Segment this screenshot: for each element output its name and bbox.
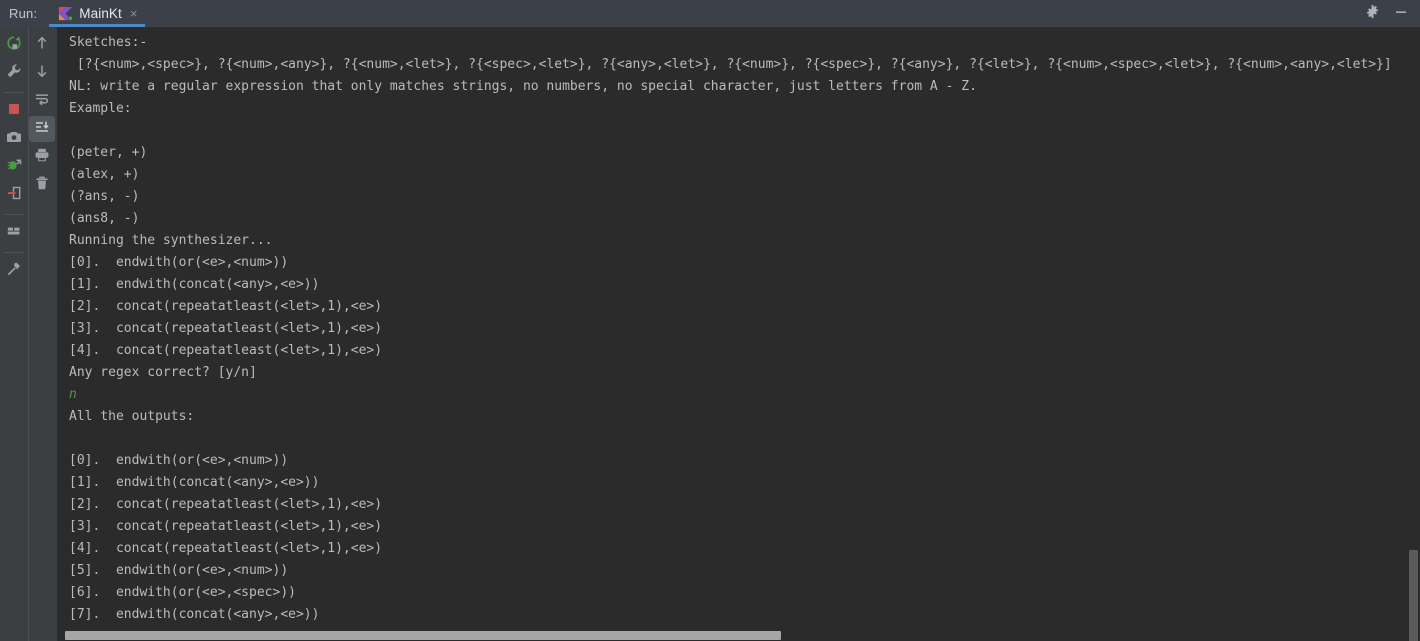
rerun-button[interactable] xyxy=(1,32,27,58)
stop-button[interactable] xyxy=(1,98,27,124)
console-output-line: [2]. concat(repeatatleast(<let>,1),<e>) xyxy=(69,299,383,314)
arrow-down-icon xyxy=(34,63,50,83)
printer-icon xyxy=(34,147,50,167)
vertical-scrollbar[interactable] xyxy=(1407,27,1420,641)
console-actions-toolbar xyxy=(28,27,56,641)
attach-button[interactable] xyxy=(1,182,27,208)
up-button[interactable] xyxy=(29,32,55,58)
close-icon[interactable]: × xyxy=(130,7,138,20)
console-output-line: [4]. concat(repeatatleast(<let>,1),<e>) xyxy=(69,343,383,358)
console-output-line: Running the synthesizer... xyxy=(69,233,273,248)
console-output-line: [5]. endwith(or(<e>,<num>)) xyxy=(69,563,289,578)
titlebar: Run: MainKt × xyxy=(0,0,1420,27)
gear-icon[interactable] xyxy=(1365,4,1380,23)
console-output-line: (?ans, -) xyxy=(69,189,140,204)
camera-icon xyxy=(6,129,22,149)
console-output[interactable]: Sketches:- [?{<num>,<spec>}, ?{<num>,<an… xyxy=(57,27,1420,641)
clear-all-button[interactable] xyxy=(29,172,55,198)
console-output-line: All the outputs: xyxy=(69,409,195,424)
console-output-line: NL: write a regular expression that only… xyxy=(69,79,977,94)
console-output-line: [1]. endwith(concat(<any>,<e>)) xyxy=(69,277,320,292)
edit-configurations-button[interactable] xyxy=(1,60,27,86)
wrench-icon xyxy=(6,63,22,83)
scroll-to-end-button[interactable] xyxy=(29,116,55,142)
toolbar-column-divider xyxy=(28,27,29,641)
console-output-line: [6]. endwith(or(<e>,<spec>)) xyxy=(69,585,296,600)
tab-label: MainKt xyxy=(79,6,122,21)
toolbar-divider xyxy=(4,214,24,215)
tab-mainkt[interactable]: MainKt × xyxy=(49,0,146,27)
console-text: Sketches:- [?{<num>,<spec>}, ?{<num>,<an… xyxy=(57,32,1420,641)
layout-button[interactable] xyxy=(1,220,27,246)
toolbar-divider xyxy=(4,92,24,93)
console-output-line: [?{<num>,<spec>}, ?{<num>,<any>}, ?{<num… xyxy=(69,57,1392,72)
console-output-line: [4]. concat(repeatatleast(<let>,1),<e>) xyxy=(69,541,383,556)
horizontal-scrollbar-thumb[interactable] xyxy=(65,631,781,640)
arrow-up-icon xyxy=(34,35,50,55)
attach-arrow-icon xyxy=(6,185,22,205)
debug-button[interactable] xyxy=(1,154,27,180)
pin-tab-button[interactable] xyxy=(1,258,27,284)
layout-icon xyxy=(6,223,22,243)
console-output-line: [7]. endwith(concat(<any>,<e>)) xyxy=(69,607,320,622)
console-output-line: (peter, +) xyxy=(69,145,148,160)
rerun-icon xyxy=(6,35,22,55)
stop-square-icon xyxy=(6,101,22,121)
console-user-input-line: n xyxy=(69,387,77,402)
print-button[interactable] xyxy=(29,144,55,170)
soft-wrap-icon xyxy=(34,91,50,111)
console-output-line: (ans8, -) xyxy=(69,211,140,226)
console-output-line: (alex, +) xyxy=(69,167,140,182)
pin-icon xyxy=(6,261,22,281)
run-tool-window-label: Run: xyxy=(9,6,38,21)
run-tool-window: Run: MainKt × Sketches:- [?{<num>,<spec>… xyxy=(0,0,1420,641)
soft-wrap-button[interactable] xyxy=(29,88,55,114)
console-output-line: [1]. endwith(concat(<any>,<e>)) xyxy=(69,475,320,490)
toolbar-divider xyxy=(4,252,24,253)
kotlin-logo-icon xyxy=(58,6,74,21)
vertical-scrollbar-thumb[interactable] xyxy=(1409,550,1418,641)
console-output-line: Any regex correct? [y/n] xyxy=(69,365,257,380)
console-output-line: [0]. endwith(or(<e>,<num>)) xyxy=(69,453,289,468)
console-output-line: [3]. concat(repeatatleast(<let>,1),<e>) xyxy=(69,519,383,534)
window-controls xyxy=(1365,0,1420,27)
console-output-line: Sketches:- xyxy=(69,35,148,50)
trash-icon xyxy=(34,175,50,195)
console-output-line: Example: xyxy=(69,101,132,116)
run-actions-toolbar xyxy=(0,27,28,641)
scroll-end-icon xyxy=(34,119,50,139)
horizontal-scrollbar[interactable] xyxy=(57,630,1407,641)
screenshot-button[interactable] xyxy=(1,126,27,152)
console-output-line: [2]. concat(repeatatleast(<let>,1),<e>) xyxy=(69,497,383,512)
down-button[interactable] xyxy=(29,60,55,86)
console-output-line: [3]. concat(repeatatleast(<let>,1),<e>) xyxy=(69,321,383,336)
minimize-icon[interactable] xyxy=(1394,4,1408,23)
bug-icon xyxy=(6,157,22,177)
console-output-line: [0]. endwith(or(<e>,<num>)) xyxy=(69,255,289,270)
